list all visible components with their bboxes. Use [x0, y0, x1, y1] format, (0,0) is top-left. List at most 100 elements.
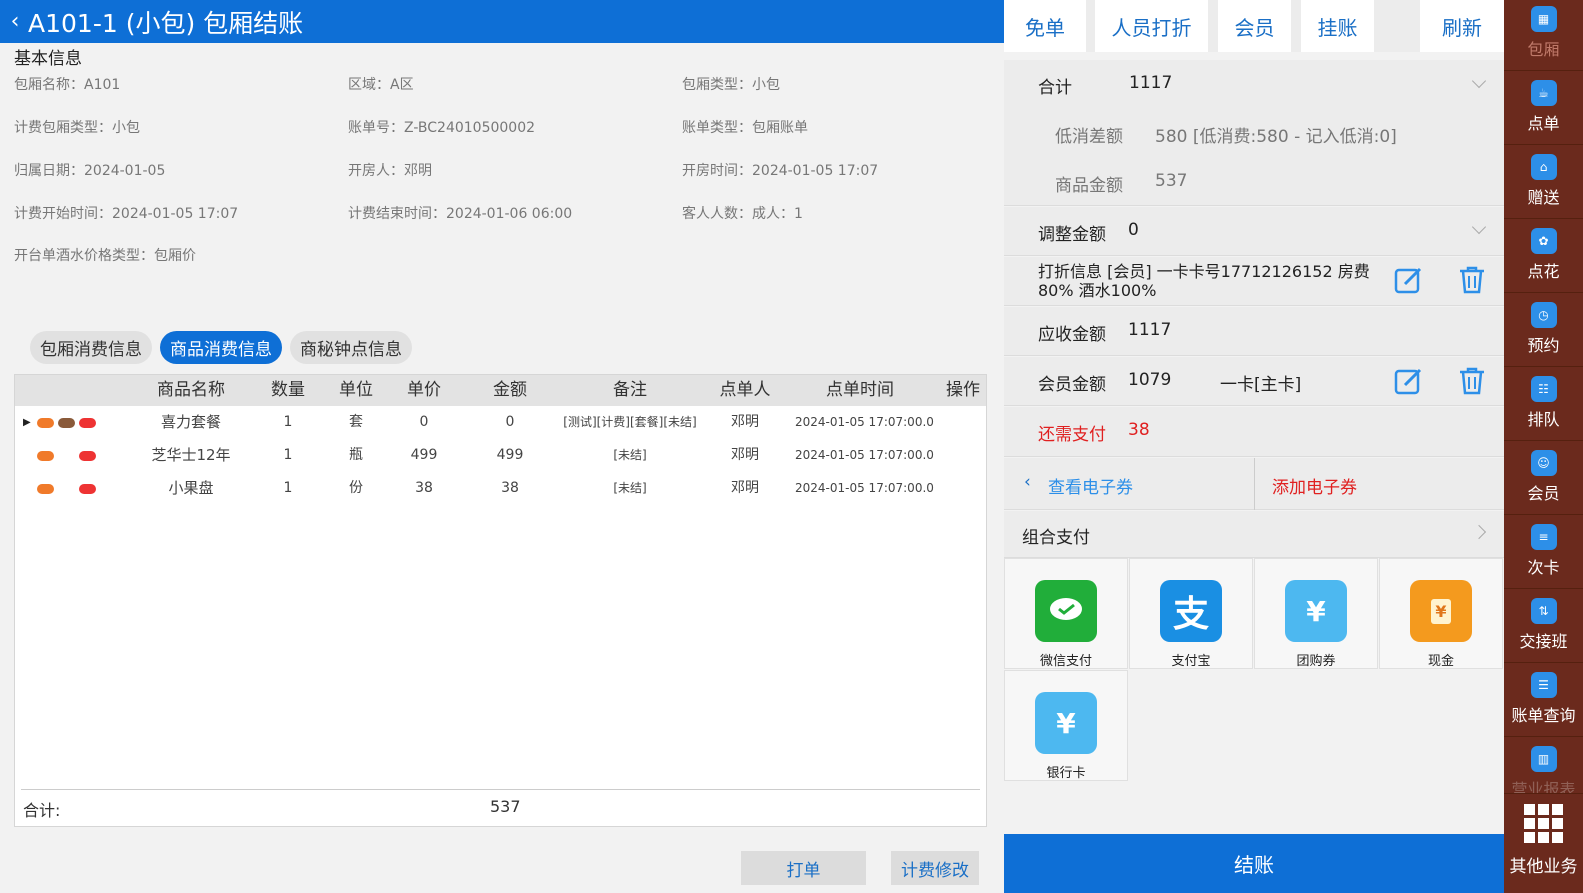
pay-label: 支付宝	[1171, 654, 1211, 669]
goods-amount-label: 商品金额	[1055, 176, 1123, 196]
table-row[interactable]: ▶ 喜力套餐 1 套 0 0 [测试][计费][套餐][未结] 邓明 2024-…	[15, 406, 986, 439]
sidebar-item-count-card[interactable]: ≡ 次卡	[1504, 516, 1583, 589]
sidebar-item-flower[interactable]: ✿ 点花	[1504, 220, 1583, 293]
sidebar-label: 点花	[1527, 262, 1560, 281]
total-section[interactable]: 合计 1117 低消差额 580 [低消费:580 - 记入低消:0] 商品金额…	[1004, 60, 1504, 206]
action-bar: 免单 人员打折 会员 挂账 刷新	[1004, 0, 1504, 52]
combo-pay-row[interactable]: 组合支付	[1004, 511, 1504, 558]
due-value: 38	[1128, 420, 1150, 440]
edit-icon[interactable]	[1394, 265, 1424, 295]
credit-button[interactable]: 挂账	[1301, 0, 1374, 52]
member-amount-value: 1079	[1128, 370, 1172, 390]
basic-info-title: 基本信息	[14, 49, 82, 69]
cell-amount: 499	[496, 447, 524, 463]
row-badges: ▶	[23, 417, 96, 428]
info-room-name: 包厢名称：A101	[14, 77, 121, 93]
staff-discount-button[interactable]: 人员打折	[1095, 0, 1208, 52]
trash-icon[interactable]	[1457, 265, 1487, 295]
receivable-value: 1117	[1128, 320, 1172, 340]
other-business-label: 其他业务	[1509, 857, 1578, 877]
chevron-left-icon[interactable]: ‹	[1024, 472, 1031, 492]
sidebar-label: 包厢	[1527, 40, 1560, 59]
total-divider	[21, 789, 980, 790]
info-price-type: 开台单酒水价格类型：包厢价	[14, 248, 196, 264]
sidebar-item-room[interactable]: ▦ 包厢	[1504, 0, 1583, 71]
card-icon: ≡	[1530, 524, 1557, 550]
modify-billing-button[interactable]: 计费修改	[891, 851, 979, 885]
sidebar-item-gift[interactable]: ⌂ 赠送	[1504, 146, 1583, 219]
free-bill-button[interactable]: 免单	[1004, 0, 1086, 52]
row-badges: ▶	[23, 483, 96, 494]
queue-icon: ☷	[1530, 376, 1557, 402]
sidebar-item-reserve[interactable]: ◷ 预约	[1504, 294, 1583, 367]
sidebar-item-order[interactable]: ☕ 点单	[1504, 72, 1583, 145]
print-button[interactable]: 打单	[741, 851, 866, 885]
info-area: 区域：A区	[348, 77, 414, 93]
receivable-label: 应收金额	[1038, 325, 1106, 345]
trash-icon[interactable]	[1457, 366, 1487, 396]
search-list-icon: ☰	[1530, 672, 1557, 698]
sidebar-item-queue[interactable]: ☷ 排队	[1504, 368, 1583, 441]
info-guests: 客人人数：成人：1	[682, 206, 803, 222]
sidebar-item-shift[interactable]: ⇅ 交接班	[1504, 590, 1583, 663]
adjust-row[interactable]: 调整金额 0	[1004, 207, 1504, 256]
sidebar-label: 交接班	[1519, 632, 1568, 651]
col-amount: 金额	[493, 380, 527, 400]
cell-qty: 1	[283, 447, 293, 463]
edit-icon[interactable]	[1394, 366, 1424, 396]
table-row[interactable]: ▶ 芝华士12年 1 瓶 499 499 [未结] 邓明 2024-01-05 …	[15, 439, 986, 472]
cell-name: 小果盘	[168, 479, 214, 497]
sidebar-item-bill-query[interactable]: ☰ 账单查询	[1504, 664, 1583, 737]
add-coupon-link[interactable]: 添加电子券	[1272, 473, 1357, 498]
member-button[interactable]: 会员	[1218, 0, 1291, 52]
pay-cash[interactable]: ¥ 现金	[1379, 558, 1503, 669]
pay-groupon[interactable]: ¥ 团购券	[1254, 558, 1378, 669]
expand-triangle-icon[interactable]: ▶	[23, 417, 31, 428]
col-name: 商品名称	[157, 380, 225, 400]
view-coupon-link[interactable]: 查看电子券	[1048, 473, 1133, 498]
right-panel: 免单 人员打折 会员 挂账 刷新 合计 1117 低消差额 580 [低消费:5…	[1004, 0, 1504, 893]
shift-icon: ⇅	[1530, 598, 1557, 624]
tab-hourly-info[interactable]: 商秘钟点信息	[290, 331, 412, 364]
other-business[interactable]: 其他业务	[1504, 794, 1583, 893]
adjust-value: 0	[1128, 220, 1139, 240]
cell-orderer: 邓明	[731, 480, 759, 496]
cup-icon: ☕	[1530, 80, 1557, 106]
goods-table: 商品名称 数量 单位 单价 金额 备注 点单人 点单时间 操作 ▶ 喜力套餐 1…	[14, 374, 987, 827]
info-bill-start: 计费开始时间：2024-01-05 17:07	[14, 206, 239, 222]
page-title: A101-1 (小包) 包厢结账	[28, 8, 304, 38]
cell-qty: 1	[283, 414, 293, 430]
col-note: 备注	[613, 380, 647, 400]
chevron-down-icon[interactable]	[1471, 73, 1487, 89]
refresh-button[interactable]: 刷新	[1420, 0, 1504, 52]
member-amount-row: 会员金额 1079 一卡[主卡]	[1004, 357, 1504, 406]
chart-icon: ▥	[1530, 746, 1557, 772]
discount-badge-icon	[36, 417, 54, 428]
chevron-down-icon[interactable]	[1471, 219, 1487, 235]
tab-room-consumption[interactable]: 包厢消费信息	[30, 331, 152, 364]
back-chevron-icon[interactable]: ‹	[2, 9, 28, 34]
cash-icon: ¥	[1410, 580, 1472, 642]
table-row[interactable]: ▶ 小果盘 1 份 38 38 [未结] 邓明 2024-01-05 17:07…	[15, 472, 986, 505]
member-card: 一卡[主卡]	[1220, 375, 1302, 395]
payment-grid: 微信支付 支 支付宝 ¥ 团购券 ¥ 现金 ¥ 银行卡	[1004, 558, 1504, 834]
col-orderer: 点单人	[719, 380, 771, 400]
sidebar-label: 次卡	[1527, 558, 1560, 577]
discount-row: 打折信息 [会员] 一卡卡号17712126152 房费80% 酒水100%	[1004, 257, 1504, 306]
sidebar-item-member[interactable]: ☺ 会员	[1504, 442, 1583, 515]
sidebar-item-report[interactable]: ▥ 营业报表	[1504, 738, 1583, 794]
chevron-right-icon[interactable]	[1471, 524, 1487, 540]
checkout-button[interactable]: 结账	[1004, 834, 1504, 893]
pay-alipay[interactable]: 支 支付宝	[1129, 558, 1253, 669]
tab-goods-consumption[interactable]: 商品消费信息	[160, 331, 282, 364]
flower-icon: ✿	[1530, 228, 1557, 254]
due-label: 还需支付	[1038, 425, 1106, 445]
sidebar-label: 预约	[1527, 336, 1560, 355]
total-label: 合计:	[23, 801, 61, 820]
apps-grid-icon	[1523, 804, 1563, 843]
pay-wechat[interactable]: 微信支付	[1004, 558, 1128, 669]
sidebar-label: 排队	[1527, 410, 1560, 429]
col-unit: 单位	[339, 380, 373, 400]
pay-bankcard[interactable]: ¥ 银行卡	[1004, 670, 1128, 781]
cell-unit: 份	[349, 480, 363, 496]
